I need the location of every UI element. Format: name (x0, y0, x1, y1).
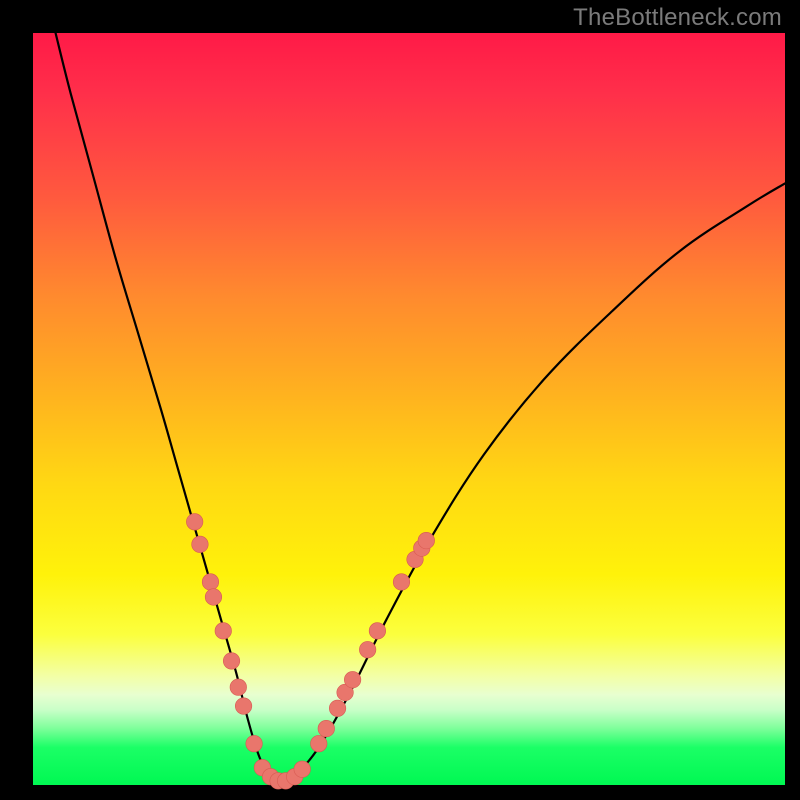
watermark-text: TheBottleneck.com (573, 4, 782, 32)
marker-dot (223, 653, 240, 670)
bottleneck-curve (56, 33, 785, 782)
marker-dot (393, 574, 410, 591)
marker-dot (418, 532, 435, 549)
plot-area (33, 33, 785, 785)
chart-frame: TheBottleneck.com (0, 0, 800, 800)
marker-dot (369, 623, 386, 640)
marker-dot (310, 735, 327, 752)
curve-svg (33, 33, 785, 785)
marker-dot (318, 720, 335, 737)
marker-dot (329, 700, 346, 717)
marker-dot (205, 589, 222, 606)
marker-dot (186, 514, 203, 531)
marker-dot (246, 735, 263, 752)
marker-dot (235, 698, 252, 715)
marker-dot (192, 536, 209, 553)
marker-dot (359, 641, 376, 658)
marker-dot (344, 671, 361, 688)
marker-dot (230, 679, 247, 696)
marker-dot (202, 574, 219, 591)
marker-dots-group (186, 514, 434, 790)
marker-dot (294, 761, 311, 778)
marker-dot (215, 623, 232, 640)
